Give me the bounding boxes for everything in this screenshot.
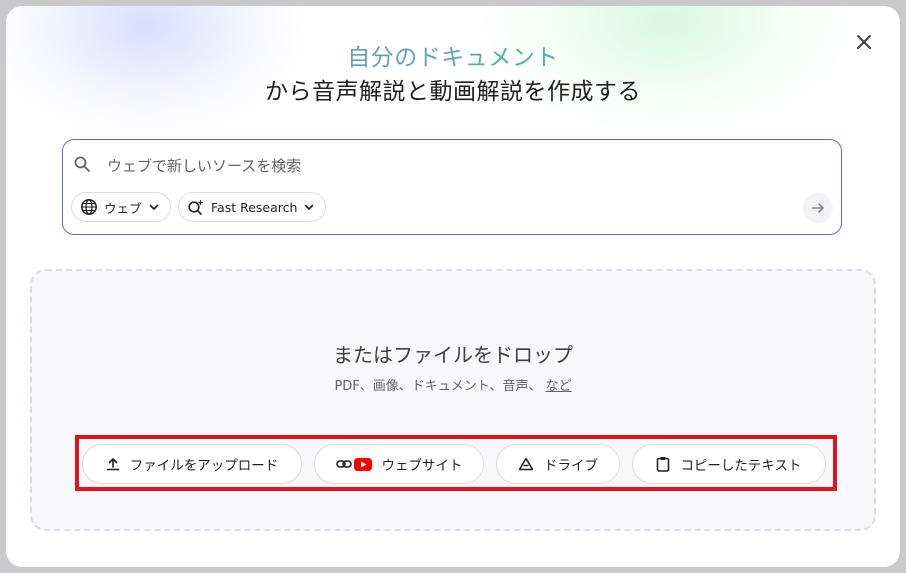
file-drop-zone[interactable]: またはファイルをドロップ PDF、画像、ドキュメント、音声、 など ファイルをアッ… — [30, 269, 876, 531]
research-mode-dropdown[interactable]: Fast Research — [178, 192, 327, 222]
research-sparkle-icon — [187, 198, 205, 216]
website-label: ウェブサイト — [381, 458, 463, 474]
drive-label: ドライブ — [544, 458, 598, 474]
drive-button[interactable]: ドライブ — [496, 444, 620, 484]
search-input[interactable] — [105, 152, 789, 180]
upload-icon — [106, 457, 120, 471]
chevron-down-icon — [148, 201, 160, 213]
research-mode-label: Fast Research — [211, 199, 298, 215]
web-search-box: ウェブ Fast Research — [62, 139, 842, 235]
upload-file-label: ファイルをアップロード — [129, 458, 279, 474]
supported-types-text: PDF、画像、ドキュメント、音声、 — [334, 379, 542, 394]
drive-icon — [518, 457, 534, 471]
search-icon — [73, 155, 91, 177]
source-type-label: ウェブ — [104, 200, 142, 216]
dialog-title: から音声解説と動画解説を作成する — [265, 79, 641, 105]
link-icon — [335, 458, 352, 470]
source-type-dropdown[interactable]: ウェブ — [71, 192, 171, 222]
more-types-link[interactable]: など — [546, 379, 572, 394]
youtube-icon — [353, 457, 372, 471]
chevron-down-icon — [303, 201, 315, 213]
submit-search-button[interactable] — [803, 193, 833, 223]
add-sources-dialog: 自分のドキュメント から音声解説と動画解説を作成する ウェブで新しいソースを検索… — [6, 6, 900, 567]
pasted-text-label: コピーしたテキスト — [680, 458, 802, 474]
dialog-title-highlight: 自分のドキュメント — [6, 38, 900, 72]
clipboard-icon — [656, 456, 670, 472]
upload-file-button[interactable]: ファイルをアップロード — [82, 444, 302, 484]
globe-icon — [80, 198, 98, 216]
drop-zone-title: またはファイルをドロップ — [333, 343, 573, 367]
website-button[interactable]: ウェブサイト — [314, 444, 484, 484]
arrow-right-icon — [811, 203, 824, 213]
pasted-text-button[interactable]: コピーしたテキスト — [632, 444, 826, 484]
drop-zone-subtitle: PDF、画像、ドキュメント、音声、 など — [32, 375, 874, 394]
